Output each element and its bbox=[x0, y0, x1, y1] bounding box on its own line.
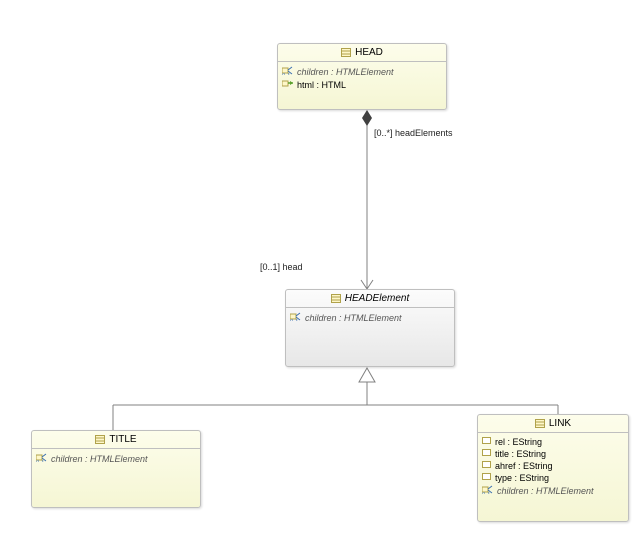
class-title[interactable]: TITLE 0..* children : HTMLElement bbox=[31, 430, 201, 508]
ref-icon: 0..* bbox=[36, 453, 48, 464]
ref-icon: 0..* bbox=[290, 312, 302, 323]
attr-row: 0..* children : HTMLElement bbox=[36, 452, 196, 465]
class-link-title: LINK bbox=[478, 415, 628, 433]
class-head[interactable]: HEAD 0..* children : HTMLElement html : … bbox=[277, 43, 447, 110]
attr-icon bbox=[482, 449, 492, 459]
class-icon bbox=[95, 435, 105, 444]
class-icon bbox=[341, 48, 351, 57]
class-link[interactable]: LINK rel : EString title : EString ahref… bbox=[477, 414, 629, 522]
svg-text:0..*: 0..* bbox=[282, 73, 291, 75]
svg-text:0..*: 0..* bbox=[290, 319, 299, 321]
ref-icon: 0..* bbox=[482, 485, 494, 496]
attr-text: html : HTML bbox=[297, 80, 346, 90]
attr-text: children : HTMLElement bbox=[51, 454, 148, 464]
attr-row: ahref : EString bbox=[482, 460, 624, 472]
attr-text: children : HTMLElement bbox=[497, 486, 594, 496]
attr-text: ahref : EString bbox=[495, 461, 553, 471]
attr-row: 0..* children : HTMLElement bbox=[290, 311, 450, 324]
assoc-label-headelements: [0..*] headElements bbox=[374, 128, 453, 138]
class-head-title: HEAD bbox=[278, 44, 446, 62]
attr-row: html : HTML bbox=[282, 78, 442, 91]
op-icon bbox=[282, 79, 294, 90]
class-head-name: HEAD bbox=[355, 47, 383, 58]
attr-row: rel : EString bbox=[482, 436, 624, 448]
svg-text:0..*: 0..* bbox=[36, 460, 45, 462]
ref-icon: 0..* bbox=[282, 66, 294, 77]
class-headelement[interactable]: HEADElement 0..* children : HTMLElement bbox=[285, 289, 455, 367]
attr-text: rel : EString bbox=[495, 437, 542, 447]
attr-text: children : HTMLElement bbox=[297, 67, 394, 77]
class-link-attrs: rel : EString title : EString ahref : ES… bbox=[478, 433, 628, 500]
assoc-label-head: [0..1] head bbox=[260, 262, 303, 272]
class-headelement-title: HEADElement bbox=[286, 290, 454, 308]
class-icon bbox=[331, 294, 341, 303]
svg-text:0..*: 0..* bbox=[482, 492, 491, 494]
class-title-attrs: 0..* children : HTMLElement bbox=[32, 449, 200, 468]
attr-row: type : EString bbox=[482, 472, 624, 484]
class-headelement-name: HEADElement bbox=[345, 293, 409, 304]
class-icon bbox=[535, 419, 545, 428]
attr-icon bbox=[482, 437, 492, 447]
attr-row: title : EString bbox=[482, 448, 624, 460]
attr-text: children : HTMLElement bbox=[305, 313, 402, 323]
attr-icon bbox=[482, 461, 492, 471]
attr-text: type : EString bbox=[495, 473, 549, 483]
class-head-attrs: 0..* children : HTMLElement html : HTML bbox=[278, 62, 446, 94]
class-link-name: LINK bbox=[549, 418, 571, 429]
attr-text: title : EString bbox=[495, 449, 546, 459]
class-headelement-attrs: 0..* children : HTMLElement bbox=[286, 308, 454, 327]
attr-row: 0..* children : HTMLElement bbox=[282, 65, 442, 78]
attr-row: 0..* children : HTMLElement bbox=[482, 484, 624, 497]
attr-icon bbox=[482, 473, 492, 483]
class-title-name: TITLE bbox=[109, 434, 136, 445]
class-title-title: TITLE bbox=[32, 431, 200, 449]
